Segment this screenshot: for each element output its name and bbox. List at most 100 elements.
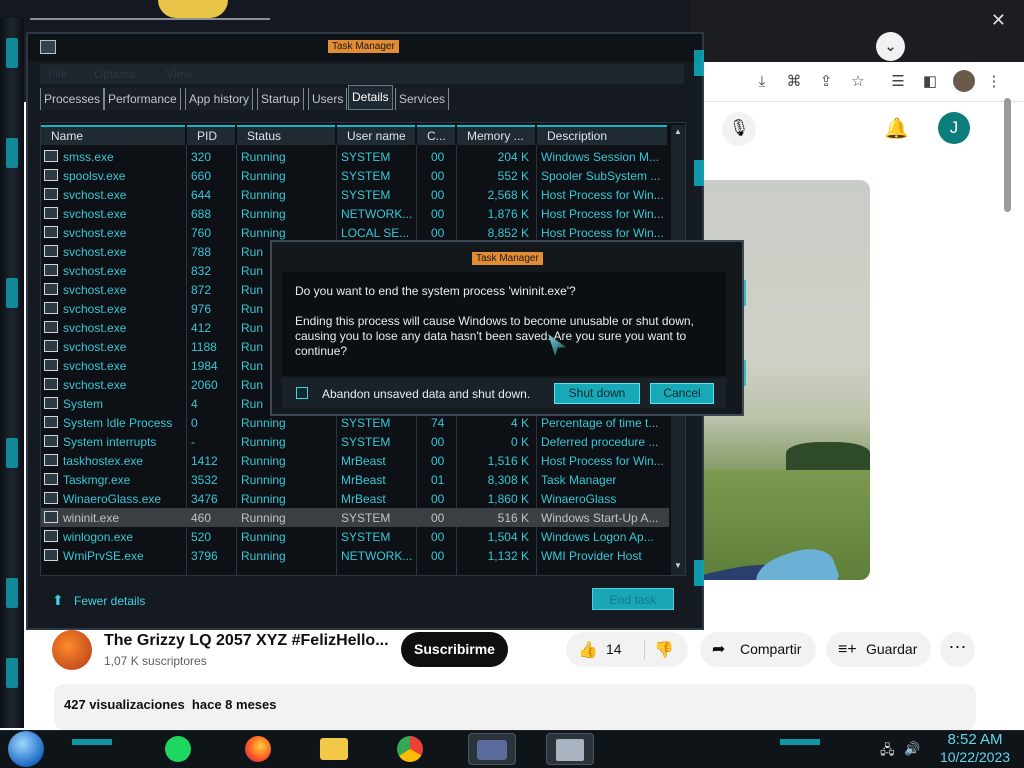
translate-icon[interactable]: ⌘ (784, 72, 804, 92)
settings-panel-icon[interactable] (468, 733, 516, 765)
tab-users[interactable]: Users (308, 88, 348, 110)
taskbar-clock[interactable]: 8:52 AM 10/22/2023 (930, 731, 1020, 766)
tab-details[interactable]: Details (348, 85, 393, 110)
profile-avatar[interactable] (953, 70, 975, 92)
table-row[interactable]: WmiPrvSE.exe 3796 Running NETWORK... 00 1,132… (41, 546, 669, 565)
cell-pid: 2060 (191, 378, 218, 392)
cancel-button[interactable]: Cancel (650, 383, 714, 404)
page-scrollbar[interactable] (1004, 98, 1011, 212)
abandon-data-label[interactable]: Abandon unsaved data and shut down. (322, 387, 530, 401)
scroll-down-icon[interactable]: ▼ (673, 561, 683, 571)
save-button[interactable]: ≡+ Guardar (826, 632, 931, 667)
cell-pid: 412 (191, 321, 212, 335)
task-manager-icon[interactable] (546, 733, 594, 765)
cell-cpu: 00 (431, 226, 445, 240)
cell-name: System interrupts (63, 435, 157, 449)
col-username[interactable]: User name (337, 125, 415, 145)
tab-startup[interactable]: Startup (257, 88, 304, 110)
menu-view[interactable]: View (166, 67, 192, 81)
menu-file[interactable]: File (48, 67, 67, 81)
user-avatar[interactable]: J (938, 112, 970, 144)
chevron-down-icon[interactable]: ⌄ (876, 32, 905, 61)
cell-pid: 1188 (191, 340, 217, 354)
notes-app-icon[interactable] (158, 733, 198, 765)
chrome-icon[interactable] (390, 733, 430, 765)
tab-app-history[interactable]: App history (185, 88, 254, 110)
col-pid[interactable]: PID (187, 125, 235, 145)
firefox-icon[interactable] (238, 733, 278, 765)
cell-desc: Task Manager (541, 473, 617, 487)
abandon-data-checkbox[interactable] (296, 387, 308, 399)
close-icon[interactable]: ✕ (991, 10, 1006, 31)
col-name[interactable]: Name (41, 125, 185, 145)
share-arrow-icon: ➦ (712, 641, 726, 658)
like-icon[interactable]: 👍 (578, 640, 598, 660)
cell-name: svchost.exe (63, 302, 127, 316)
cell-name: smss.exe (63, 150, 114, 164)
start-button[interactable] (8, 731, 44, 767)
star-icon[interactable]: ☆ (848, 72, 868, 92)
tab-processes[interactable]: Processes (40, 88, 105, 110)
table-row[interactable]: svchost.exe 688 Running NETWORK... 00 1,876 K… (41, 204, 669, 223)
file-explorer-icon[interactable] (314, 733, 354, 765)
cell-status: Run (241, 264, 264, 278)
chevron-up-icon[interactable]: ⬆ (52, 592, 64, 609)
cell-desc: Deferred procedure ... (541, 435, 659, 449)
cell-status: Running (241, 188, 286, 202)
col-description[interactable]: Description (537, 125, 667, 145)
download-icon[interactable]: ⤓ (752, 72, 772, 92)
share-icon[interactable]: ⇪ (816, 72, 836, 92)
cell-name: WmiPrvSE.exe (63, 549, 144, 563)
cell-mem: 0 K (510, 435, 529, 449)
cell-pid: 788 (191, 245, 212, 259)
network-icon[interactable]: 🖧 (880, 741, 895, 763)
cell-mem: 1,516 K (487, 454, 529, 468)
frame-left-strip (0, 18, 24, 728)
menu-options[interactable]: Options (94, 67, 135, 81)
taskbar: 🖧 🔊 8:52 AM 10/22/2023 (0, 730, 1024, 768)
scroll-up-icon[interactable]: ▲ (673, 127, 683, 137)
cell-name: svchost.exe (63, 340, 127, 354)
process-icon (44, 397, 58, 409)
more-icon[interactable]: ⋮ (984, 72, 1004, 92)
table-row[interactable]: smss.exe 320 Running SYSTEM 00 204 K Windows S… (41, 147, 669, 166)
channel-avatar[interactable] (52, 630, 92, 670)
volume-icon[interactable]: 🔊 (904, 741, 920, 757)
process-icon (44, 207, 58, 219)
subscribe-button[interactable]: Suscribirme (401, 632, 508, 667)
more-actions-button[interactable]: ⋯ (940, 632, 975, 667)
fewer-details-link[interactable]: Fewer details (74, 594, 145, 608)
process-icon (44, 245, 58, 257)
table-row[interactable]: wininit.exe 460 Running SYSTEM 00 516 K Window… (41, 508, 669, 527)
col-cpu[interactable]: C... (417, 125, 455, 145)
sidebar-icon[interactable]: ◧ (920, 72, 940, 92)
microphone-icon[interactable]: 🎙 (722, 112, 756, 146)
cell-mem: 4 K (510, 416, 529, 430)
table-row[interactable]: Taskmgr.exe 3532 Running MrBeast 01 8,308 K Ta… (41, 470, 669, 489)
col-status[interactable]: Status (237, 125, 335, 145)
tm-titlebar[interactable]: Task Manager (28, 34, 702, 62)
cell-pid: 1412 (191, 454, 218, 468)
table-row[interactable]: taskhostex.exe 1412 Running MrBeast 00 1,516 … (41, 451, 669, 470)
bell-icon[interactable]: 🔔 (884, 116, 909, 141)
table-row[interactable]: WinaeroGlass.exe 3476 Running MrBeast 00 1,86… (41, 489, 669, 508)
cell-desc: WMI Provider Host (541, 549, 642, 563)
table-row[interactable]: svchost.exe 644 Running SYSTEM 00 2,568 K Host… (41, 185, 669, 204)
table-row[interactable]: System interrupts - Running SYSTEM 00 0 K Defe… (41, 432, 669, 451)
shutdown-button[interactable]: Shut down (554, 383, 640, 404)
col-memory[interactable]: Memory ... (457, 125, 535, 145)
share-button[interactable]: ➦ Compartir (700, 632, 816, 667)
process-icon (44, 530, 58, 542)
tab-performance[interactable]: Performance (104, 88, 181, 110)
table-row[interactable]: spoolsv.exe 660 Running SYSTEM 00 552 K Spoole… (41, 166, 669, 185)
end-task-button[interactable]: End task (592, 588, 674, 610)
description-box[interactable]: 427 visualizaciones hace 8 meses (54, 684, 976, 730)
cell-mem: 1,504 K (487, 530, 529, 544)
cell-status: Running (241, 435, 286, 449)
tab-services[interactable]: Services (395, 88, 450, 110)
cell-pid: 3796 (191, 549, 218, 563)
table-row[interactable]: winlogon.exe 520 Running SYSTEM 00 1,504 K Win… (41, 527, 669, 546)
dialog-footer: Abandon unsaved data and shut down. Shut… (282, 378, 726, 408)
dislike-icon[interactable]: 👎 (654, 640, 674, 660)
playlist-icon[interactable]: ☰ (888, 72, 908, 92)
